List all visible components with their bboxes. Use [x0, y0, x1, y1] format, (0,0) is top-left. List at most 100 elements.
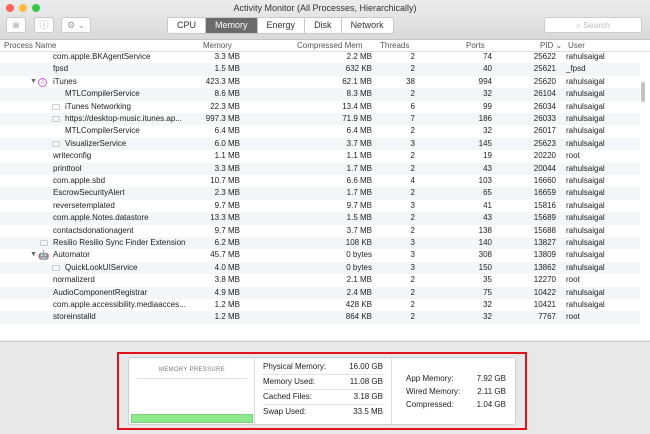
pid-value: 26034: [533, 101, 556, 111]
memory-value: 3.8 MB: [214, 275, 240, 285]
disclosure-triangle-icon[interactable]: ▼: [30, 76, 37, 88]
column-pid[interactable]: PID ⌄: [540, 41, 562, 50]
threads-value: 2: [410, 312, 415, 322]
inspect-process-button[interactable]: ⓘ: [34, 17, 54, 33]
stat-value: 1.04 GB: [476, 400, 506, 409]
stat-label: Wired Memory:: [406, 387, 461, 396]
memory-value: 3.3 MB: [214, 163, 240, 173]
process-name: normalizerd: [53, 275, 95, 285]
ports-value: 75: [483, 287, 492, 297]
table-row[interactable]: writeconfig 1.1 MB 1.1 MB 2 19 20220 root: [0, 150, 640, 162]
memory-value: 10.7 MB: [210, 176, 240, 185]
table-row[interactable]: AudioComponentRegistrar 4.9 MB 2.4 MB 2 75 10…: [0, 286, 640, 299]
pid-value: 7767: [538, 312, 556, 322]
table-row[interactable]: com.apple.BKAgentService 3.3 MB 2.2 MB 2 74 2…: [0, 52, 640, 63]
process-name: fpsd: [53, 64, 69, 74]
process-table: com.apple.BKAgentService 3.3 MB 2.2 MB 2 74 2…: [0, 52, 650, 340]
pid-value: 26017: [533, 126, 556, 136]
table-row[interactable]: com.apple.sbd 10.7 MB 6.6 MB 4 103 16660 rahul…: [0, 175, 640, 187]
ports-value: 99: [483, 101, 492, 111]
tab-network[interactable]: Network: [342, 18, 393, 33]
view-tabs: CPU Memory Energy Disk Network: [167, 17, 394, 34]
process-name: MTLCompilerService: [65, 89, 140, 99]
user-value: rahulsaigal: [566, 176, 605, 185]
memory-value: 2.3 MB: [214, 188, 240, 198]
generic-app-icon: [52, 103, 60, 110]
column-user[interactable]: User: [568, 41, 585, 50]
column-threads[interactable]: Threads: [380, 41, 409, 50]
stat-value: 33.5 MB: [353, 407, 383, 416]
process-name: MTLCompilerService: [65, 126, 140, 136]
compressed-value: 6.4 MB: [346, 126, 372, 136]
user-value: rahulsaigal: [566, 287, 605, 297]
threads-value: 2: [410, 300, 415, 309]
table-row[interactable]: MTLCompilerService 8.6 MB 8.3 MB 2 32 26104 ra…: [0, 88, 640, 101]
table-row[interactable]: reversetemplated 9.7 MB 9.7 MB 3 41 15816 rahu…: [0, 200, 640, 212]
table-row[interactable]: contactsdonationagent 9.7 MB 3.7 MB 2 138 156…: [0, 225, 640, 237]
compressed-value: 13.4 MB: [342, 101, 372, 111]
tab-disk[interactable]: Disk: [305, 18, 342, 33]
table-row[interactable]: MTLCompilerService 6.4 MB 6.4 MB 2 32 26017 ra…: [0, 125, 640, 137]
table-row[interactable]: QuickLookUIService 4.0 MB 0 bytes 3 150 13862…: [0, 261, 640, 275]
column-compressed-mem[interactable]: Compressed Mem: [297, 41, 362, 50]
user-value: rahulsaigal: [566, 126, 605, 136]
column-memory[interactable]: Memory: [203, 41, 232, 50]
ports-value: 32: [483, 89, 492, 99]
process-name: printtool: [53, 163, 82, 173]
pid-value: 13809: [533, 250, 556, 260]
user-value: rahulsaigal: [566, 101, 605, 111]
column-process-name[interactable]: Process Name: [4, 41, 56, 50]
table-row[interactable]: normalizerd 3.8 MB 2.1 MB 2 35 12270 root: [0, 274, 640, 286]
process-name: com.apple.sbd: [53, 176, 106, 185]
compressed-value: 62.1 MB: [342, 76, 372, 86]
threads-value: 3: [410, 250, 415, 260]
threads-value: 3: [410, 200, 415, 210]
tab-memory[interactable]: Memory: [206, 18, 258, 33]
memory-value: 1.2 MB: [214, 312, 240, 322]
table-row[interactable]: storeinstalld 1.2 MB 864 KB 2 32 7767 root: [0, 311, 640, 324]
user-value: rahulsaigal: [566, 76, 605, 86]
table-row[interactable]: com.apple.Notes.datastore 13.3 MB 1.5 MB 2 4…: [0, 212, 640, 225]
ports-value: 32: [483, 126, 492, 136]
stat-value: 2.11 GB: [477, 387, 506, 396]
pid-value: 15688: [533, 225, 556, 235]
table-row[interactable]: Resilio Resilio Sync Finder Extension 6.2…: [0, 237, 640, 250]
gear-menu-button[interactable]: ⚙ ⌄: [61, 17, 91, 33]
column-ports[interactable]: Ports: [466, 41, 485, 50]
table-row[interactable]: EscrowSecurityAlert 2.3 MB 1.7 MB 2 65 16659 r…: [0, 187, 640, 200]
generic-app-icon: [40, 240, 48, 246]
table-row[interactable]: iTunes Networking 22.3 MB 13.4 MB 6 99 26034 r…: [0, 101, 640, 113]
ports-value: 103: [478, 176, 492, 185]
user-value: rahulsaigal: [566, 114, 605, 123]
window-title: Activity Monitor (All Processes, Hierarc…: [233, 3, 417, 13]
table-row[interactable]: ▼ 🤖 Automator 45.7 MB 0 bytes 3 308 13809 rahuls…: [0, 249, 640, 261]
stat-value: 7.92 GB: [476, 374, 506, 383]
process-name: com.apple.accessibility.mediaacces...: [53, 300, 186, 309]
tab-cpu[interactable]: CPU: [168, 18, 207, 33]
table-row[interactable]: ▼ ♫ iTunes 423.3 MB 62.1 MB 38 994 25620 rahulsa…: [0, 76, 640, 88]
user-value: rahulsaigal: [566, 250, 605, 260]
tab-energy[interactable]: Energy: [258, 18, 306, 33]
memory-stat: Wired Memory: 2.11 GB: [406, 385, 506, 398]
table-row[interactable]: com.apple.accessibility.mediaacces... 1.2…: [0, 299, 640, 311]
table-row[interactable]: VisualizerService 6.0 MB 3.7 MB 3 145 25623 ra…: [0, 137, 640, 151]
table-row[interactable]: printtool 3.3 MB 1.7 MB 2 43 20044 rahulsaigal: [0, 162, 640, 175]
threads-value: 2: [410, 163, 415, 173]
disclosure-triangle-icon[interactable]: ▼: [30, 249, 37, 261]
user-value: rahulsaigal: [566, 262, 605, 272]
table-row[interactable]: fpsd 1.5 MB 632 KB 2 40 25621 _fpsd: [0, 63, 640, 76]
scrollbar[interactable]: [641, 82, 645, 102]
quit-process-button[interactable]: ⊗: [6, 17, 26, 33]
pid-value: 10422: [533, 287, 556, 297]
ports-value: 40: [483, 64, 492, 74]
compressed-value: 2.4 MB: [346, 287, 372, 297]
table-row[interactable]: https://desktop-music.itunes.ap... 997.3 …: [0, 113, 640, 126]
ports-value: 32: [483, 300, 492, 309]
ports-value: 140: [478, 238, 492, 247]
stat-label: Memory Used:: [263, 377, 316, 386]
pid-value: 26104: [533, 89, 556, 99]
search-input[interactable]: ⌕ Search: [544, 17, 642, 33]
memory-value: 1.1 MB: [214, 151, 240, 161]
memory-value: 45.7 MB: [210, 250, 240, 260]
process-name: contactsdonationagent: [53, 225, 134, 235]
